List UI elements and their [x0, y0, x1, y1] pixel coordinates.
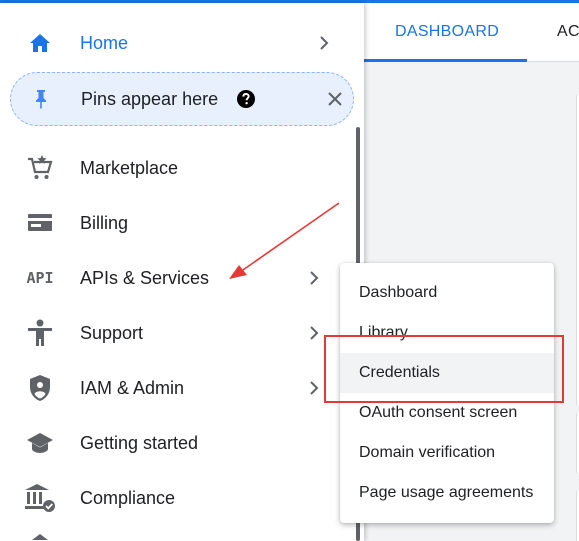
chevron-right-icon[interactable] [306, 380, 322, 396]
nav-label-compliance: Compliance [80, 487, 176, 508]
compliance-building-icon [24, 482, 56, 514]
chevron-right-icon[interactable] [316, 35, 332, 51]
graduation-cap-icon [24, 427, 56, 459]
nav-item-marketplace[interactable]: Marketplace [0, 144, 356, 192]
help-icon[interactable] [235, 88, 257, 110]
active-tab-indicator [364, 59, 527, 62]
api-icon: API [24, 262, 56, 294]
annotation-highlight-box [324, 335, 564, 403]
nav-label-billing: Billing [80, 212, 129, 233]
nav-label-getting-started: Getting started [80, 432, 199, 453]
chevron-right-icon[interactable] [306, 270, 322, 286]
nav-item-home[interactable]: Home [0, 19, 356, 67]
close-icon[interactable] [325, 89, 345, 109]
nav-item-getting-started[interactable]: Getting started [0, 419, 356, 467]
partial-icon [24, 530, 56, 541]
nav-label-support: Support [80, 322, 144, 343]
nav-label-home: Home [80, 32, 129, 53]
submenu-item-domain-verification[interactable]: Domain verification [340, 433, 554, 473]
nav-item-iam-admin[interactable]: IAM & Admin [0, 364, 356, 412]
pins-label: Pins appear here [81, 88, 219, 109]
nav-item-billing[interactable]: Billing [0, 199, 356, 247]
chevron-right-icon[interactable] [306, 325, 322, 341]
home-icon [24, 27, 56, 59]
nav-label-iam-admin: IAM & Admin [80, 377, 185, 398]
marketplace-cart-icon [24, 152, 56, 184]
submenu-item-page-usage-agreements[interactable]: Page usage agreements [340, 473, 554, 513]
nav-item-apis-services[interactable]: API APIs & Services [0, 254, 356, 302]
nav-label-marketplace: Marketplace [80, 157, 179, 178]
tab-dashboard[interactable]: DASHBOARD [395, 23, 499, 41]
api-icon-text: API [26, 269, 54, 287]
navigation-drawer: Home Pins appear here Marketplace Billin… [0, 3, 364, 541]
nav-item-support[interactable]: Support [0, 309, 356, 357]
pin-icon [25, 83, 57, 115]
pins-placeholder: Pins appear here [10, 72, 354, 126]
submenu-item-dashboard[interactable]: Dashboard [340, 273, 554, 313]
tab-next[interactable]: AC [557, 23, 579, 41]
shield-icon [24, 372, 56, 404]
nav-item-compliance[interactable]: Compliance [0, 474, 356, 522]
support-person-icon [24, 317, 56, 349]
tab-bar: DASHBOARD AC [364, 3, 579, 62]
billing-card-icon [24, 207, 56, 239]
nav-label-apis-services: APIs & Services [80, 267, 210, 288]
